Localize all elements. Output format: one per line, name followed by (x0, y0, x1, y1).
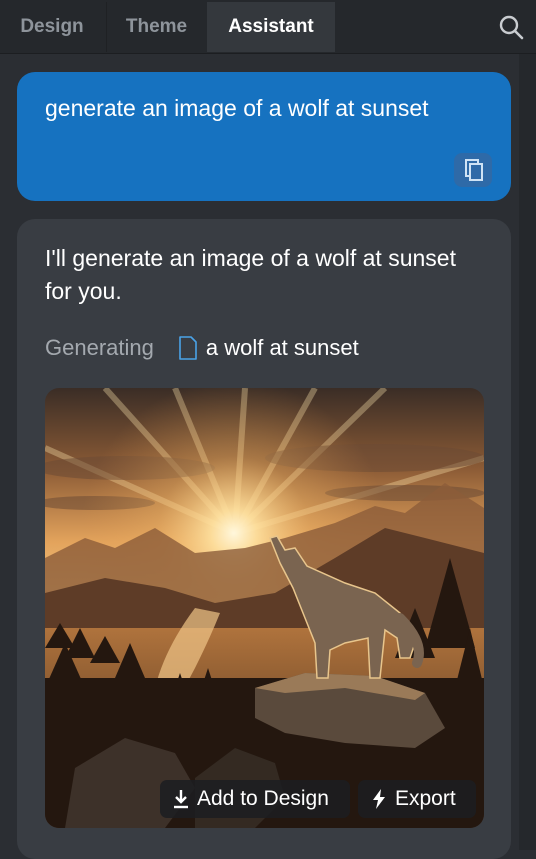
tab-design[interactable]: Design (0, 2, 104, 52)
user-message-bubble: generate an image of a wolf at sunset (17, 72, 511, 201)
copy-icon (465, 159, 483, 181)
generating-target: a wolf at sunset (205, 335, 359, 360)
add-to-design-label: Add to Design (197, 787, 329, 810)
user-message-text: generate an image of a wolf at sunset (45, 95, 429, 121)
add-to-design-button[interactable]: Add to Design (160, 780, 350, 818)
tab-assistant[interactable]: Assistant (207, 2, 335, 52)
assistant-message-card: I'll generate an image of a wolf at suns… (17, 219, 511, 859)
assistant-message-text: I'll generate an image of a wolf at suns… (45, 245, 456, 304)
scrollbar[interactable] (519, 54, 536, 850)
generating-label: Generating (45, 335, 154, 360)
generated-image[interactable]: Add to Design Export (45, 388, 484, 828)
generating-status: Generating a wolf at sunset (45, 334, 359, 362)
export-label: Export (395, 787, 456, 810)
search-button[interactable] (496, 12, 528, 44)
export-button[interactable]: Export (358, 780, 476, 818)
copy-button[interactable] (454, 153, 492, 187)
file-icon (179, 336, 197, 360)
lightning-icon (373, 789, 385, 809)
top-tab-bar: Design Theme Assistant (0, 0, 536, 54)
tab-theme[interactable]: Theme (106, 2, 206, 52)
wolf-sunset-image (45, 388, 484, 828)
download-icon (174, 790, 188, 809)
search-icon (499, 15, 524, 40)
